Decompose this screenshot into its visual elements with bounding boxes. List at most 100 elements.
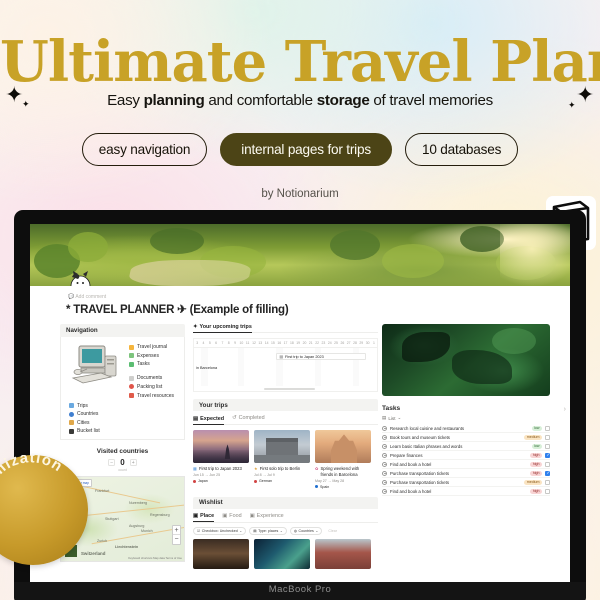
- task-priority-badge: medium: [524, 479, 542, 485]
- subtitle: Easy planning and comfortable storage of…: [0, 92, 600, 109]
- nav-item-trips[interactable]: Trips: [69, 403, 178, 409]
- filter-checkbox-unchecked[interactable]: ☑ Checkbox: Unchecked ⌄: [193, 526, 247, 535]
- navigation-primary-list: Travel journal Expenses Tasks Documents …: [129, 342, 178, 399]
- filter-countries[interactable]: ◍ Countries ⌄: [289, 526, 323, 535]
- task-priority-badge: medium: [524, 434, 542, 440]
- travel-journal-icon: [129, 344, 134, 350]
- task-row[interactable]: Learn basic Italian phrases and words lo…: [382, 442, 550, 451]
- trip-card-title-row: ★ First solo trip to Berlin: [254, 466, 310, 472]
- jungle-hero-image: [382, 324, 550, 396]
- task-row[interactable]: Find and book a hotel high: [382, 487, 550, 496]
- nav-item-travel-resources[interactable]: Travel resources: [129, 393, 178, 399]
- filter-type-places[interactable]: ▤ Type: places ⌄: [249, 526, 287, 535]
- nav-item-documents[interactable]: Documents: [129, 375, 178, 381]
- nav-label: Tasks: [137, 361, 150, 368]
- tab-experience[interactable]: ▣ Experience: [250, 513, 284, 519]
- map-label-regensburg: Regensburg: [150, 513, 170, 518]
- task-checkbox[interactable]: [545, 479, 550, 485]
- clear-filters-button[interactable]: Clear: [325, 527, 340, 535]
- pill-internal-pages[interactable]: internal pages for trips: [220, 132, 392, 166]
- nav-item-travel-journal[interactable]: Travel journal: [129, 344, 178, 350]
- task-row[interactable]: Research local cuisine and restaurants l…: [382, 424, 550, 433]
- checkbox-icon: ☑: [197, 528, 201, 533]
- nav-item-tasks[interactable]: Tasks: [129, 361, 178, 367]
- list-view-icon: ▤: [382, 415, 387, 420]
- trip-card[interactable]: ✿ Spring weekend with friends in Barcelo…: [315, 430, 371, 489]
- task-row[interactable]: Purchase transportation tickets medium: [382, 478, 550, 487]
- wishlist-title: Wishlist: [199, 499, 223, 507]
- map-label-stuttgart: Stuttgart: [105, 517, 119, 522]
- timeline-scrollbar[interactable]: [263, 388, 315, 391]
- map-zoom-controls[interactable]: + −: [172, 525, 181, 546]
- tasks-view-selector[interactable]: ▤ List ⌄: [382, 415, 550, 421]
- wishlist-cards-list: [193, 538, 378, 569]
- flower-icon: ✿: [315, 465, 319, 471]
- timeline-day: 1: [372, 341, 375, 346]
- task-checkbox[interactable]: [545, 470, 550, 476]
- navigation-panel-body: Travel journal Expenses Tasks Documents …: [60, 337, 185, 441]
- nav-item-countries[interactable]: Countries: [69, 411, 178, 417]
- wishlist-card[interactable]: [315, 538, 371, 569]
- wishlist-section: Wishlist ▣ Place ▣ Food ▣ Experience ☑ C…: [193, 496, 378, 569]
- task-checkbox[interactable]: [545, 488, 550, 494]
- map-label-liechtenstein: Liechtenstein: [115, 545, 139, 550]
- task-checkbox[interactable]: [545, 452, 550, 458]
- food-icon: ▣: [222, 512, 228, 519]
- task-checkbox[interactable]: [545, 425, 550, 431]
- task-checkbox[interactable]: [545, 434, 550, 440]
- counter-decrement-button[interactable]: −: [108, 459, 116, 467]
- customization-seal-badge: customization: [0, 455, 88, 565]
- map-zoom-in-button[interactable]: +: [173, 526, 180, 536]
- wishlist-card[interactable]: [254, 538, 310, 569]
- trip-card-title: First solo trip to Berlin: [259, 465, 301, 471]
- type-icon: ▤: [253, 528, 257, 533]
- trip-card[interactable]: ▦ First trip to Japan 2023 Jun 15 → Jun …: [193, 430, 249, 488]
- retro-computer-illustration: [67, 342, 123, 388]
- tab-completed[interactable]: ↺ Completed: [232, 415, 265, 421]
- packing-list-icon: [129, 384, 134, 390]
- task-name: Find and book a hotel: [390, 461, 432, 467]
- trip-card-image: [315, 430, 371, 464]
- task-row[interactable]: Book tours and museum tickets medium: [382, 433, 550, 442]
- tab-place[interactable]: ▣ Place: [193, 513, 215, 523]
- tab-expected[interactable]: ▤ Expected: [193, 415, 225, 425]
- task-row[interactable]: Find and book a hotel high: [382, 460, 550, 469]
- task-name: Find and book a hotel: [390, 488, 432, 494]
- expected-icon: ▤: [193, 415, 199, 422]
- tab-food[interactable]: ▣ Food: [222, 513, 241, 519]
- pill-databases[interactable]: 10 databases: [404, 132, 519, 166]
- navigation-panel: Navigation Travel journal Expenses Tasks…: [60, 324, 185, 441]
- task-checkbox[interactable]: [545, 461, 550, 467]
- wishlist-card[interactable]: [193, 538, 249, 569]
- your-trips-title: Your trips: [199, 401, 228, 409]
- nav-label: Expenses: [137, 352, 159, 359]
- nav-item-bucket-list[interactable]: Bucket list: [69, 428, 178, 434]
- bucket-list-icon: [69, 428, 74, 434]
- trip-cards-list: ▦ First trip to Japan 2023 Jun 15 → Jun …: [193, 430, 378, 489]
- experience-icon: ▣: [249, 512, 255, 519]
- task-row[interactable]: Purchase transportation tickets high: [382, 469, 550, 478]
- task-priority-badge: high: [530, 488, 542, 494]
- task-row[interactable]: Prepare finances high: [382, 451, 550, 460]
- countries-icon: [69, 411, 74, 417]
- calendar-icon: ▦: [279, 355, 283, 360]
- chevron-down-icon: ⌄: [315, 528, 319, 533]
- upcoming-trips-timeline[interactable]: 3 4 5 6 7 8 9 10 11 12 13 14 15 16 17 18…: [193, 338, 378, 393]
- nav-item-expenses[interactable]: Expenses: [129, 353, 178, 359]
- trip-card-dates: Jul 8 → Jul 9: [254, 473, 275, 478]
- tab-your-upcoming-trips[interactable]: ✦ Your upcoming trips: [193, 324, 252, 333]
- wishlist-tabs: ▣ Place ▣ Food ▣ Experience: [193, 513, 378, 523]
- nav-item-cities[interactable]: Cities: [69, 420, 178, 426]
- carousel-next-arrow[interactable]: ›: [564, 406, 566, 413]
- your-trips-section: Your trips ▤ Expected ↺ Completed ▦ Firs…: [193, 399, 378, 489]
- nav-item-packing-list[interactable]: Packing list: [129, 384, 178, 390]
- map-zoom-out-button[interactable]: −: [173, 535, 180, 544]
- timeline-trip-bar[interactable]: ▦ First trip to Japan 2023: [276, 353, 366, 361]
- nav-label: Countries: [77, 411, 99, 418]
- add-comment-button[interactable]: 💬 Add comment: [68, 294, 106, 300]
- counter-increment-button[interactable]: +: [129, 459, 137, 467]
- expenses-icon: [129, 353, 134, 359]
- task-checkbox[interactable]: [545, 443, 550, 449]
- trip-card[interactable]: ★ First solo trip to Berlin Jul 8 → Jul …: [254, 430, 310, 488]
- pill-easy-navigation[interactable]: easy navigation: [81, 132, 208, 166]
